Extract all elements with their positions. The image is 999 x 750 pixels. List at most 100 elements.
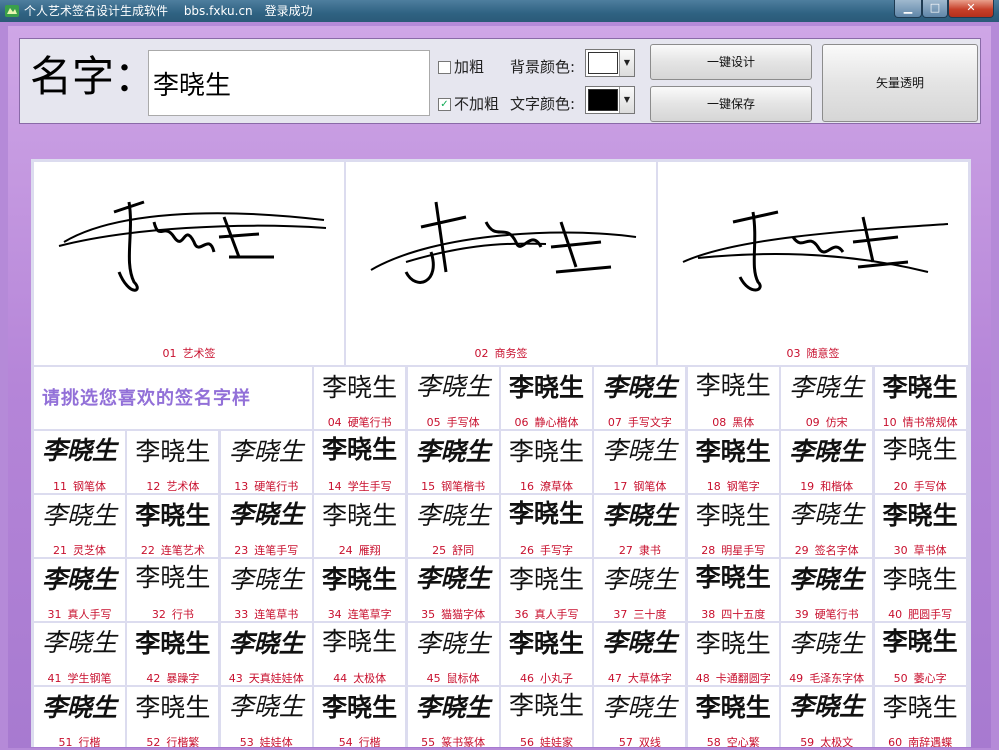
name-input[interactable] xyxy=(148,50,430,116)
style-sample-24[interactable]: 李晓生 24 雁翔 xyxy=(314,495,406,557)
style-sample-21[interactable]: 李晓生 21 灵芝体 xyxy=(34,495,125,557)
style-name: 签名字体 xyxy=(814,544,859,557)
bold-checkbox-box[interactable] xyxy=(438,61,451,74)
style-sample-09[interactable]: 李晓生 09 仿宋 xyxy=(781,367,873,429)
vector-transparent-button[interactable]: 矢量透明 xyxy=(822,44,978,122)
style-sample-10[interactable]: 李晓生 10 情书常规体 xyxy=(874,367,966,429)
style-sample-20[interactable]: 李晓生 20 手写体 xyxy=(874,431,966,493)
style-sample-37[interactable]: 李晓生 37 三十度 xyxy=(594,559,686,621)
style-name: 硬笔行书 xyxy=(814,608,859,621)
style-caption: 33 连笔草书 xyxy=(221,606,312,621)
style-sample-44[interactable]: 李晓生 44 太极体 xyxy=(314,623,406,685)
signature-sample: 李晓生 xyxy=(789,373,865,402)
style-sample-56[interactable]: 李晓生 56 娃娃家 xyxy=(501,687,592,747)
style-sample-54[interactable]: 李晓生 54 行楷 xyxy=(314,687,406,747)
style-sample-43[interactable]: 李晓生 43 天真娃娃体 xyxy=(220,623,312,685)
style-sample-28[interactable]: 李晓生 28 明星手写 xyxy=(687,495,779,557)
signature-card-03[interactable]: 03 随意签 xyxy=(658,162,968,365)
style-sample-17[interactable]: 李晓生 17 钢笔体 xyxy=(594,431,686,493)
style-caption: 44 太极体 xyxy=(314,670,405,685)
style-sample-25[interactable]: 李晓生 25 舒同 xyxy=(407,495,499,557)
style-sample-52[interactable]: 李晓生 52 行楷繁 xyxy=(127,687,219,747)
nobold-checkbox-box[interactable]: ✓ xyxy=(438,98,451,111)
style-sample-59[interactable]: 李晓生 59 太极文 xyxy=(781,687,873,747)
style-caption: 30 草书体 xyxy=(875,542,966,557)
style-sample-18[interactable]: 李晓生 18 钢笔字 xyxy=(687,431,779,493)
signature-card-01[interactable]: 01 艺术签 xyxy=(34,162,344,365)
nobold-checkbox[interactable]: ✓ 不加粗 xyxy=(438,94,499,114)
maximize-button[interactable]: □ xyxy=(922,0,948,18)
style-sample-04[interactable]: 李晓生 04 硬笔行书 xyxy=(314,367,406,429)
style-sample-38[interactable]: 李晓生 38 四十五度 xyxy=(687,559,779,621)
style-sample-16[interactable]: 李晓生 16 潦草体 xyxy=(501,431,592,493)
promo-banner: 请挑选您喜欢的签名字样 xyxy=(34,367,312,429)
style-sample-07[interactable]: 李晓生 07 手写文字 xyxy=(594,367,686,429)
style-sample-60[interactable]: 李晓生 60 南辞遇蝶 xyxy=(874,687,966,747)
style-sample-06[interactable]: 李晓生 06 静心楷体 xyxy=(501,367,592,429)
style-sample-27[interactable]: 李晓生 27 隶书 xyxy=(594,495,686,557)
style-sample-41[interactable]: 李晓生 41 学生钢笔 xyxy=(34,623,125,685)
style-sample-26[interactable]: 李晓生 26 手写字 xyxy=(501,495,592,557)
chevron-down-icon[interactable]: ▼ xyxy=(619,87,634,113)
style-name: 天真娃娃体 xyxy=(248,672,304,685)
style-caption: 35 猫猫字体 xyxy=(408,606,499,621)
style-sample-39[interactable]: 李晓生 39 硬笔行书 xyxy=(781,559,873,621)
style-sample-14[interactable]: 李晓生 14 学生手写 xyxy=(314,431,406,493)
style-caption: 10 情书常规体 xyxy=(875,414,966,429)
style-sample-35[interactable]: 李晓生 35 猫猫字体 xyxy=(407,559,499,621)
signature-card-02[interactable]: 02 商务签 xyxy=(346,162,656,365)
design-button[interactable]: 一键设计 xyxy=(650,44,812,80)
style-number: 23 xyxy=(234,544,249,557)
style-sample-42[interactable]: 李晓生 42 暴躁字 xyxy=(127,623,219,685)
style-sample-33[interactable]: 李晓生 33 连笔草书 xyxy=(220,559,312,621)
signature-sample: 李晓生 xyxy=(322,693,398,722)
style-number: 55 xyxy=(421,736,436,747)
style-sample-19[interactable]: 李晓生 19 和楷体 xyxy=(781,431,873,493)
style-sample-31[interactable]: 李晓生 31 真人手写 xyxy=(34,559,125,621)
style-sample-08[interactable]: 李晓生 08 黑体 xyxy=(687,367,779,429)
style-caption: 28 明星手写 xyxy=(688,542,779,557)
style-number: 04 xyxy=(327,416,342,429)
style-sample-50[interactable]: 李晓生 50 萎心字 xyxy=(874,623,966,685)
style-sample-12[interactable]: 李晓生 12 艺术体 xyxy=(127,431,219,493)
style-sample-13[interactable]: 李晓生 13 硬笔行书 xyxy=(220,431,312,493)
minimize-button[interactable]: ▁ xyxy=(894,0,922,18)
style-sample-11[interactable]: 李晓生 11 钢笔体 xyxy=(34,431,125,493)
style-sample-34[interactable]: 李晓生 34 连笔草字 xyxy=(314,559,406,621)
chevron-down-icon[interactable]: ▼ xyxy=(619,50,634,76)
signature-sample: 李晓生 xyxy=(41,693,117,722)
client-area: 名字： 加粗 ✓不加粗 背景颜色: ▼ 文字颜色: ▼ 一键设计 一键保存 矢量… xyxy=(8,26,991,748)
style-sample-29[interactable]: 李晓生 29 签名字体 xyxy=(781,495,873,557)
style-sample-53[interactable]: 李晓生 53 娃娃体 xyxy=(220,687,312,747)
style-sample-45[interactable]: 李晓生 45 鼠标体 xyxy=(407,623,499,685)
signature-caption: 02 商务签 xyxy=(474,347,528,360)
style-sample-30[interactable]: 李晓生 30 草书体 xyxy=(874,495,966,557)
style-sample-49[interactable]: 李晓生 49 毛泽东字体 xyxy=(781,623,873,685)
bg-color-picker[interactable]: ▼ xyxy=(585,49,635,77)
style-sample-22[interactable]: 李晓生 22 连笔艺术 xyxy=(127,495,219,557)
style-sample-58[interactable]: 李晓生 58 空心繁 xyxy=(687,687,779,747)
style-name: 毛泽东字体 xyxy=(809,672,865,685)
style-sample-48[interactable]: 李晓生 48 卡通翻圆字 xyxy=(687,623,779,685)
style-sample-55[interactable]: 李晓生 55 篆书篆体 xyxy=(407,687,499,747)
style-sample-51[interactable]: 李晓生 51 行楷 xyxy=(34,687,125,747)
style-sample-47[interactable]: 李晓生 47 大草体字 xyxy=(594,623,686,685)
style-name: 娃娃体 xyxy=(259,736,293,747)
text-color-picker[interactable]: ▼ xyxy=(585,86,635,114)
style-sample-57[interactable]: 李晓生 57 双线 xyxy=(594,687,686,747)
save-button[interactable]: 一键保存 xyxy=(650,86,812,122)
style-sample-23[interactable]: 李晓生 23 连笔手写 xyxy=(220,495,312,557)
style-caption: 15 钢笔楷书 xyxy=(408,478,499,493)
style-sample-05[interactable]: 李晓生 05 手写体 xyxy=(407,367,499,429)
title-bar[interactable]: 个人艺术签名设计生成软件 bbs.fxku.cn 登录成功 ▁ □ ✕ xyxy=(0,0,999,22)
style-number: 27 xyxy=(618,544,633,557)
style-sample-36[interactable]: 李晓生 36 真人手写 xyxy=(501,559,592,621)
signature-sample: 李晓生 xyxy=(695,373,771,402)
style-name: 鼠标体 xyxy=(446,672,480,685)
style-sample-15[interactable]: 李晓生 15 钢笔楷书 xyxy=(407,431,499,493)
style-sample-46[interactable]: 李晓生 46 小丸子 xyxy=(501,623,592,685)
style-sample-40[interactable]: 李晓生 40 肥圆手写 xyxy=(874,559,966,621)
close-button[interactable]: ✕ xyxy=(948,0,994,18)
style-sample-32[interactable]: 李晓生 32 行书 xyxy=(127,559,219,621)
bold-checkbox[interactable]: 加粗 xyxy=(438,57,484,77)
